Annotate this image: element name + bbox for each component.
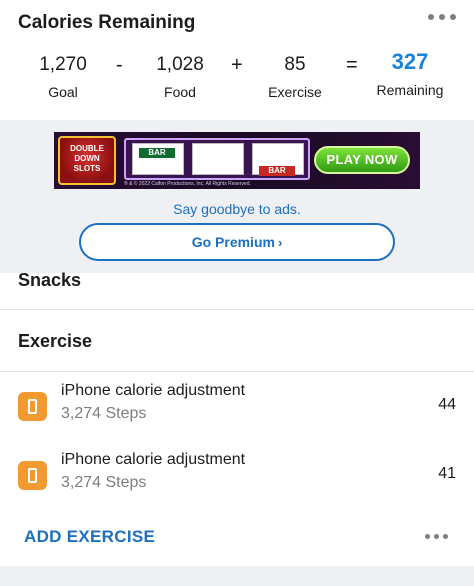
food-label: Food	[164, 84, 196, 100]
equals-operator: =	[346, 54, 358, 76]
ad-banner[interactable]: DOUBLE DOWN SLOTS BAR BAR PLAY NOW ® & ©…	[54, 132, 420, 189]
goal-column: 1,270 Goal	[34, 52, 92, 100]
exercise-entry[interactable]: iPhone calorie adjustment 3,274 Steps 41	[0, 447, 474, 507]
snacks-section-title: Snacks	[18, 270, 82, 290]
bar-symbol: BAR	[259, 166, 295, 176]
section-separator-strip	[0, 566, 474, 586]
remaining-value: 327	[391, 49, 429, 74]
exercise-entry-calories: 41	[438, 465, 456, 482]
exercise-value: 85	[284, 54, 306, 75]
calories-remaining-card: Calories Remaining 1,270 Goal - 1,028 Fo…	[0, 0, 474, 120]
exercise-entry-name: iPhone calorie adjustment	[61, 451, 246, 468]
add-exercise-button[interactable]: ADD EXERCISE	[24, 527, 155, 547]
goal-label: Goal	[48, 84, 78, 100]
play-now-button[interactable]: PLAY NOW	[314, 146, 410, 174]
exercise-column: 85 Exercise	[262, 52, 328, 100]
go-premium-label: Go Premium	[191, 234, 275, 250]
exercise-section-title: Exercise	[18, 331, 93, 351]
phone-icon	[18, 392, 47, 421]
section-divider	[0, 371, 474, 372]
phone-icon	[18, 461, 47, 490]
exercise-more-options-icon[interactable]	[425, 534, 448, 539]
section-divider	[0, 309, 474, 310]
slot-reel-1: BAR	[132, 143, 184, 175]
more-options-icon[interactable]	[428, 14, 456, 20]
food-value: 1,028	[156, 54, 204, 75]
calorie-equation: 1,270 Goal - 1,028 Food + 85 Exercise = …	[0, 49, 474, 112]
exercise-entry-detail: 3,274 Steps	[61, 405, 147, 422]
bar-symbol: BAR	[139, 148, 175, 158]
exercise-label: Exercise	[268, 84, 322, 100]
minus-operator: -	[116, 54, 123, 76]
exercise-entry-detail: 3,274 Steps	[61, 474, 147, 491]
chevron-right-icon: ›	[277, 235, 283, 250]
say-goodbye-link[interactable]: Say goodbye to ads.	[0, 201, 474, 217]
ad-area: DOUBLE DOWN SLOTS BAR BAR PLAY NOW ® & ©…	[0, 120, 474, 273]
plus-operator: +	[231, 54, 243, 76]
exercise-entry[interactable]: iPhone calorie adjustment 3,274 Steps 44	[0, 378, 474, 438]
go-premium-button[interactable]: Go Premium ›	[79, 223, 395, 261]
slots-logo: DOUBLE DOWN SLOTS	[58, 136, 116, 185]
goal-value: 1,270	[39, 54, 87, 75]
exercise-entry-calories: 44	[438, 396, 456, 413]
exercise-entry-name: iPhone calorie adjustment	[61, 382, 246, 399]
food-column: 1,028 Food	[150, 52, 210, 100]
slot-machine-reels: BAR BAR	[124, 138, 310, 180]
remaining-column: 327 Remaining	[372, 49, 448, 99]
slot-reel-2	[192, 143, 244, 175]
slot-reel-3: BAR	[252, 143, 304, 176]
ad-copyright: ® & © 2022 Calfon Productions, Inc. All …	[124, 181, 251, 187]
calories-remaining-title: Calories Remaining	[18, 12, 196, 33]
remaining-label: Remaining	[376, 82, 444, 98]
